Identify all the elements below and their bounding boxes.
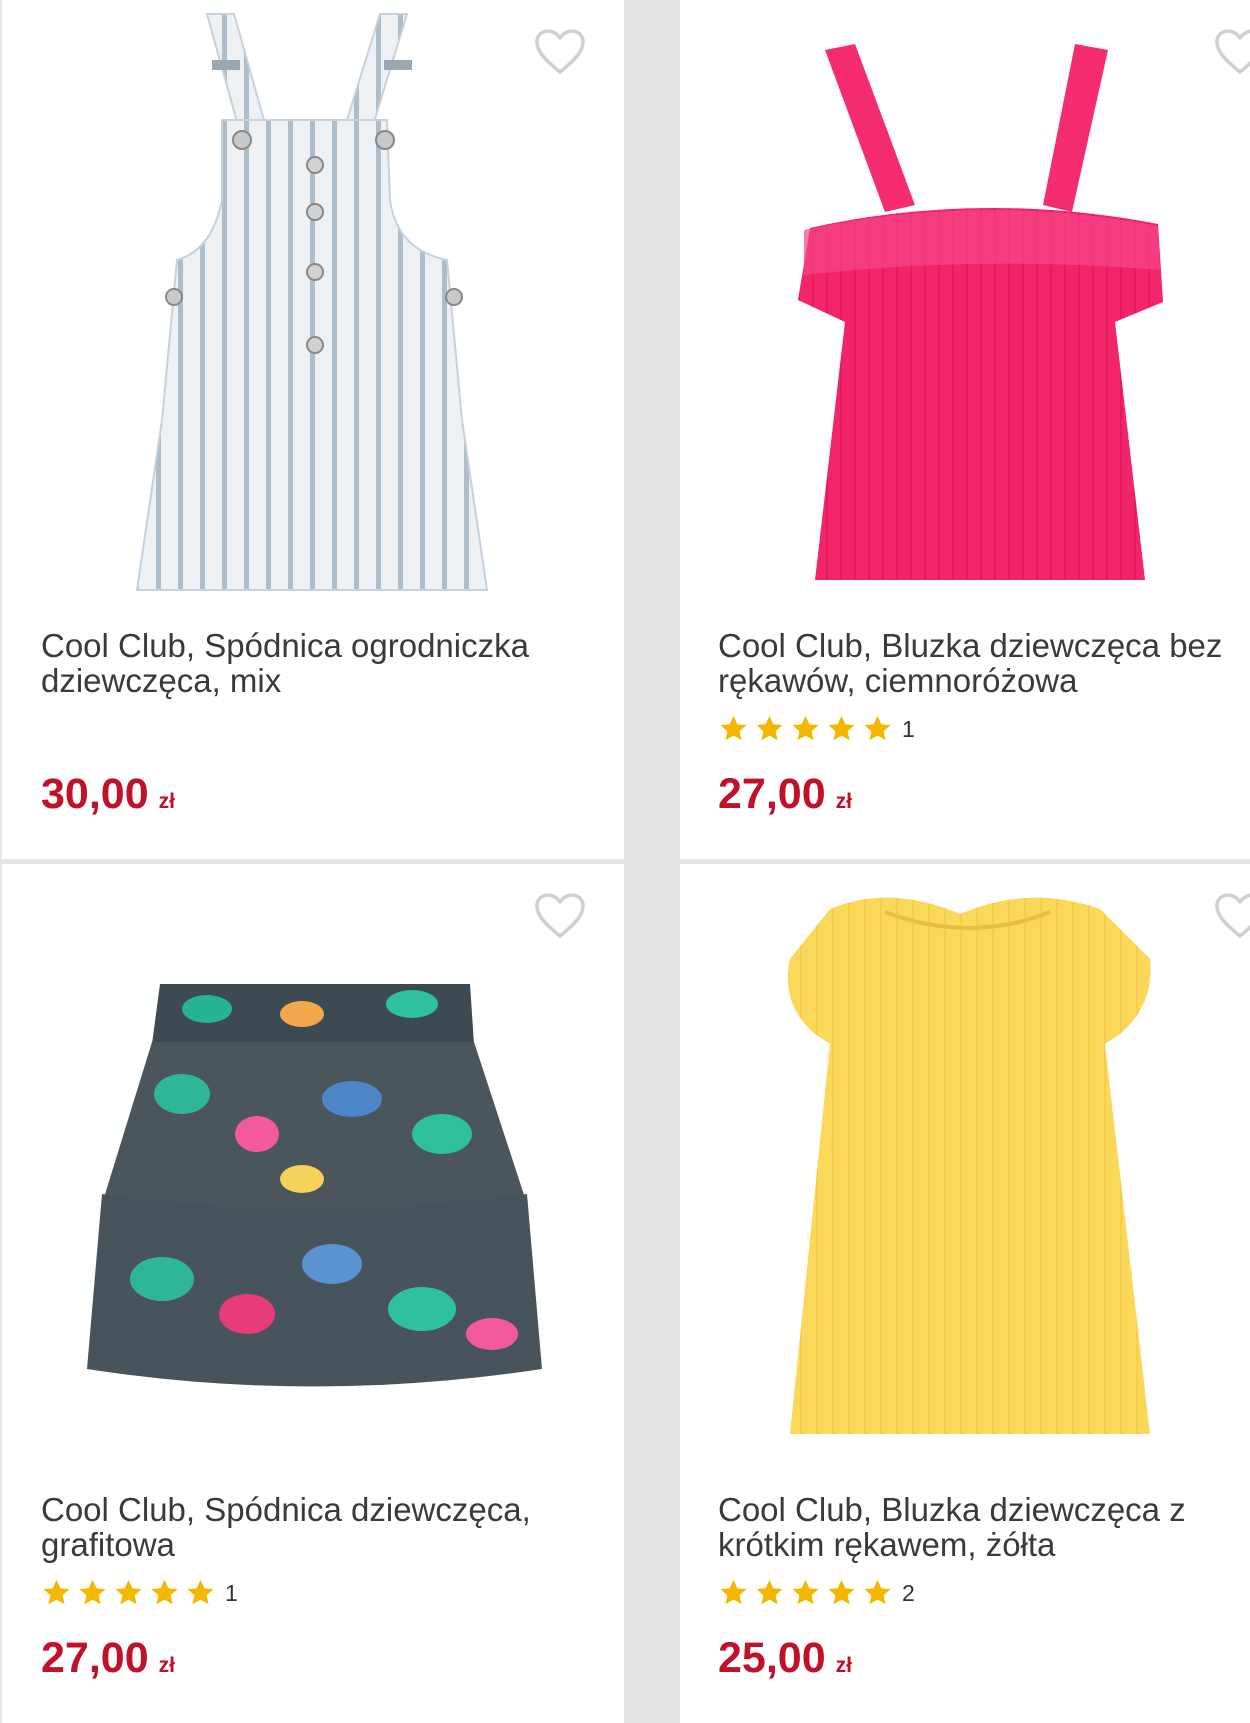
product-price: 27,00 zł (718, 770, 852, 819)
product-image[interactable] (680, 0, 1250, 600)
star-icon (718, 1578, 749, 1608)
product-rating: 2 (718, 1577, 915, 1609)
product-price: 25,00 zł (718, 1634, 852, 1683)
product-title[interactable]: Cool Club, Bluzka dziewczęca bez rękawów… (718, 628, 1250, 698)
review-count: 1 (225, 1579, 238, 1606)
star-icon (826, 1578, 857, 1608)
star-icon (185, 1578, 216, 1608)
product-grid: Cool Club, Spódnica ogrodniczka dziewczę… (0, 0, 1250, 1723)
favorite-heart-icon[interactable] (534, 28, 586, 76)
product-image[interactable] (2, 864, 624, 1464)
review-count: 1 (902, 715, 915, 742)
product-title[interactable]: Cool Club, Spódnica dziewczęca, grafitow… (41, 1492, 601, 1562)
pink-ruffle-top-image (798, 44, 1163, 580)
star-icon (41, 1578, 72, 1608)
product-price: 27,00 zł (41, 1634, 175, 1683)
product-image[interactable] (2, 0, 624, 600)
striped-pinafore-image (135, 13, 489, 591)
floral-skirt-image (87, 984, 542, 1387)
product-title[interactable]: Cool Club, Spódnica ogrodniczka dziewczę… (41, 628, 601, 698)
yellow-top-image (787, 897, 1151, 1434)
product-card[interactable]: Cool Club, Bluzka dziewczęca z krótkim r… (680, 864, 1250, 1723)
product-card[interactable]: Cool Club, Bluzka dziewczęca bez rękawów… (680, 0, 1250, 859)
price-currency: zł (835, 1654, 852, 1677)
star-icon (77, 1578, 108, 1608)
product-rating: 1 (41, 1577, 238, 1609)
star-icon (754, 1578, 785, 1608)
product-card[interactable]: Cool Club, Spódnica ogrodniczka dziewczę… (2, 0, 624, 859)
star-icon (754, 714, 785, 744)
product-title[interactable]: Cool Club, Bluzka dziewczęca z krótkim r… (718, 1492, 1250, 1562)
product-rating: 1 (718, 713, 915, 745)
favorite-heart-icon[interactable] (534, 892, 586, 940)
star-icon (149, 1578, 180, 1608)
review-count: 2 (902, 1579, 915, 1606)
price-amount: 27,00 (41, 1634, 149, 1682)
price-currency: zł (158, 1654, 175, 1677)
star-icon (718, 714, 749, 744)
star-icon (862, 1578, 893, 1608)
star-icon (826, 714, 857, 744)
favorite-heart-icon[interactable] (1214, 892, 1250, 940)
product-image[interactable] (680, 864, 1250, 1464)
favorite-heart-icon[interactable] (1214, 28, 1250, 76)
star-icon (790, 714, 821, 744)
price-currency: zł (835, 790, 852, 813)
price-currency: zł (158, 790, 175, 813)
star-icon (790, 1578, 821, 1608)
price-amount: 25,00 (718, 1634, 826, 1682)
price-amount: 30,00 (41, 770, 149, 818)
product-price: 30,00 zł (41, 770, 175, 819)
star-icon (113, 1578, 144, 1608)
star-icon (862, 714, 893, 744)
product-card[interactable]: Cool Club, Spódnica dziewczęca, grafitow… (2, 864, 624, 1723)
price-amount: 27,00 (718, 770, 826, 818)
